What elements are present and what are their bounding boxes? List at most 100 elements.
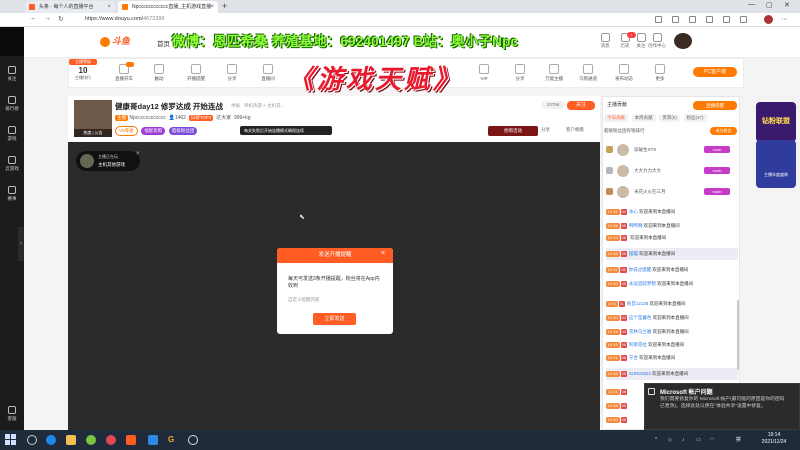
close-icon[interactable]: × bbox=[210, 1, 214, 13]
toolbar-item[interactable]: 开播提醒 bbox=[182, 64, 210, 82]
maximize-button[interactable]: ▢ bbox=[766, 1, 773, 9]
header-messages[interactable]: 消息 bbox=[594, 33, 616, 49]
nav-home[interactable]: 首页 bbox=[157, 38, 170, 48]
tab-vip[interactable]: 贵宾(5) bbox=[659, 114, 680, 122]
become-fan-button[interactable]: 成为粉丝 bbox=[710, 127, 737, 135]
apps-icon[interactable] bbox=[740, 16, 747, 23]
rank-row[interactable]: 穿破生XTS noob bbox=[604, 142, 738, 158]
sidebar-item-events[interactable]: 赛事 bbox=[0, 186, 24, 202]
chevron-up-icon[interactable]: ^ bbox=[655, 437, 657, 443]
share-button[interactable]: 分享 bbox=[541, 127, 550, 133]
douyu-logo[interactable]: 斗鱼 bbox=[100, 34, 130, 47]
toolbar-item[interactable]: 直播间 bbox=[254, 64, 282, 82]
tab-fans[interactable]: 粉丝(47) bbox=[683, 114, 707, 122]
toolbar-item[interactable]: 直播开车 bbox=[110, 62, 138, 82]
browser-profile-avatar[interactable] bbox=[764, 15, 773, 24]
level-pill[interactable]: V5等级 bbox=[115, 126, 138, 136]
sidebar-item-games[interactable]: 游戏 bbox=[0, 126, 24, 142]
chat-message[interactable]: LV 19 05 阿斯克拉 欢迎来到本直播间 bbox=[606, 339, 738, 351]
chat-message[interactable]: LV 13 08 欢迎来到本直播间 bbox=[606, 232, 738, 244]
favorites-icon[interactable] bbox=[672, 16, 679, 23]
forward-icon[interactable]: → bbox=[44, 15, 51, 22]
rank-row[interactable]: 米花火火在三月 noob bbox=[604, 184, 738, 200]
wifi-icon[interactable]: ◠ bbox=[710, 437, 714, 443]
minimize-button[interactable]: — bbox=[748, 1, 755, 8]
toolbar-item[interactable]: 分享 bbox=[506, 64, 534, 82]
input-language[interactable]: 拼 bbox=[736, 436, 741, 443]
app-icon[interactable] bbox=[148, 435, 158, 445]
downloads-icon[interactable] bbox=[723, 16, 730, 23]
client-view-button[interactable]: 客户端看 bbox=[566, 127, 584, 133]
app-icon[interactable]: G bbox=[168, 435, 178, 445]
toolbar-item[interactable]: 分享 bbox=[218, 64, 246, 82]
sidebar-item-follow[interactable]: 关注 bbox=[0, 66, 24, 82]
tab-today[interactable]: 今日贡献 bbox=[604, 114, 628, 122]
sidebar-item-service[interactable]: 客服 bbox=[0, 406, 24, 422]
browser-tab-1[interactable]: 头条 - 每个人的直播平台 × bbox=[25, 1, 115, 13]
clock[interactable]: 19:14 2021/11/24 bbox=[754, 432, 794, 446]
category-breadcrumb[interactable]: 单机热游 > 主机其... bbox=[244, 103, 284, 109]
promo-banner[interactable]: 抢购活动 bbox=[488, 126, 538, 136]
rank-tag[interactable]: 日榜TOP4 bbox=[188, 115, 214, 121]
tab-week[interactable]: 本周贡献 bbox=[631, 114, 656, 122]
user-avatar[interactable] bbox=[674, 33, 692, 49]
sidebar-item-cloud-games[interactable]: 云游戏 bbox=[0, 156, 24, 172]
fan-club-pill[interactable]: 超级粉丝团 bbox=[168, 127, 198, 135]
toolbar-item[interactable]: 万能主播 bbox=[540, 64, 568, 82]
close-icon[interactable]: × bbox=[136, 151, 140, 157]
custom-content-option[interactable]: 自定义提醒内容 bbox=[288, 297, 320, 303]
back-icon[interactable]: ← bbox=[30, 15, 37, 22]
rank-row[interactable]: 大大力力大大 noob bbox=[604, 163, 738, 179]
more-icon[interactable]: ⋯ bbox=[781, 15, 788, 23]
windows-start-icon[interactable] bbox=[5, 434, 16, 445]
toolbar-item[interactable]: 更多 bbox=[646, 64, 674, 82]
volume-icon[interactable]: ♪ bbox=[682, 437, 685, 443]
chat-message[interactable]: LV 11 08 你说过提醒 欢迎来到本直播间 bbox=[606, 264, 738, 276]
reload-icon[interactable]: ↻ bbox=[58, 15, 64, 23]
chat-message[interactable]: LV 26 05 SUN01823 欢迎来到本直播间 bbox=[606, 368, 738, 380]
chat-message[interactable]: LV 26 08 摆摆 欢迎来到本直播间 bbox=[606, 248, 738, 260]
new-tab-button[interactable]: + bbox=[222, 1, 227, 11]
host-name[interactable]: Npcccccccccccc bbox=[129, 115, 165, 121]
chat-message[interactable]: LV 24 05 鸭鸭啊 欢迎来到本直播间 bbox=[606, 220, 738, 232]
follow-button[interactable]: 关注 bbox=[567, 101, 595, 110]
url-field[interactable]: https://www.douyu.com/4672396 bbox=[85, 16, 165, 22]
app-icon[interactable] bbox=[188, 435, 198, 445]
app-icon[interactable] bbox=[106, 435, 116, 445]
history-icon[interactable] bbox=[706, 16, 713, 23]
fortune-pill[interactable]: 福星高照 bbox=[141, 127, 166, 135]
diamond-fan-promo[interactable]: 钻粉联盟 bbox=[756, 102, 796, 142]
search-icon[interactable] bbox=[27, 435, 37, 445]
browser-tab-2[interactable]: Npcccccccccccc直播_主机游戏直播 × bbox=[118, 1, 218, 13]
anchor-mini-card[interactable]: 主播正在玩 主机其他游戏 bbox=[76, 151, 140, 171]
folder-icon[interactable] bbox=[66, 435, 76, 445]
live-remind-button[interactable]: 直播提醒 bbox=[693, 101, 737, 110]
sidebar-item-rank[interactable]: 排行榜 bbox=[0, 96, 24, 112]
edge-icon[interactable] bbox=[46, 435, 56, 445]
chat-message[interactable]: LV 8 01 低音12138 欢迎来到本直播间 bbox=[606, 298, 738, 310]
annual-gala-promo[interactable]: 主播年度盛典 bbox=[756, 140, 796, 188]
chat-message[interactable]: LV 24 03 克林乌兰雅 欢迎来到本直播间 bbox=[606, 326, 738, 338]
chat-message[interactable]: LV 20 04 这个是暮色 欢迎来到本直播间 bbox=[606, 312, 738, 324]
close-window-button[interactable]: ✕ bbox=[784, 1, 790, 9]
header-creator[interactable]: 创作中心 bbox=[646, 33, 668, 49]
send-now-button[interactable]: 立即发送 bbox=[313, 313, 356, 325]
chat-scrollbar[interactable] bbox=[737, 300, 739, 370]
network-icon[interactable]: ◇ bbox=[668, 437, 672, 443]
toolbar-item[interactable]: 乌鸦通道 bbox=[574, 64, 602, 82]
chat-message[interactable]: LV 21 06 宁合 欢迎来到本直播间 bbox=[606, 352, 738, 364]
collections-icon[interactable] bbox=[689, 16, 696, 23]
close-icon[interactable]: × bbox=[107, 1, 111, 13]
chat-message[interactable]: LV 31 04 冰心 欢迎来到本直播间 bbox=[606, 206, 738, 218]
chat-message[interactable]: LV 20 05 永远追踪梦想 欢迎来到本直播间 bbox=[606, 278, 738, 290]
modal-close-icon[interactable]: × bbox=[381, 250, 385, 257]
app-icon[interactable] bbox=[86, 435, 96, 445]
douyu-app-icon[interactable] bbox=[126, 435, 136, 445]
pc-client-button[interactable]: PC客户端 bbox=[693, 67, 737, 77]
toolbar-item[interactable]: 触动 bbox=[145, 64, 173, 82]
toolbar-item[interactable]: 发布动态 bbox=[610, 64, 638, 82]
host-level-card[interactable]: 主播等级 10 主播排行 bbox=[69, 59, 97, 87]
toolbar-item[interactable]: VIP bbox=[470, 64, 498, 81]
extension-icon[interactable] bbox=[655, 16, 662, 23]
report-link[interactable]: 举报 bbox=[231, 103, 240, 109]
